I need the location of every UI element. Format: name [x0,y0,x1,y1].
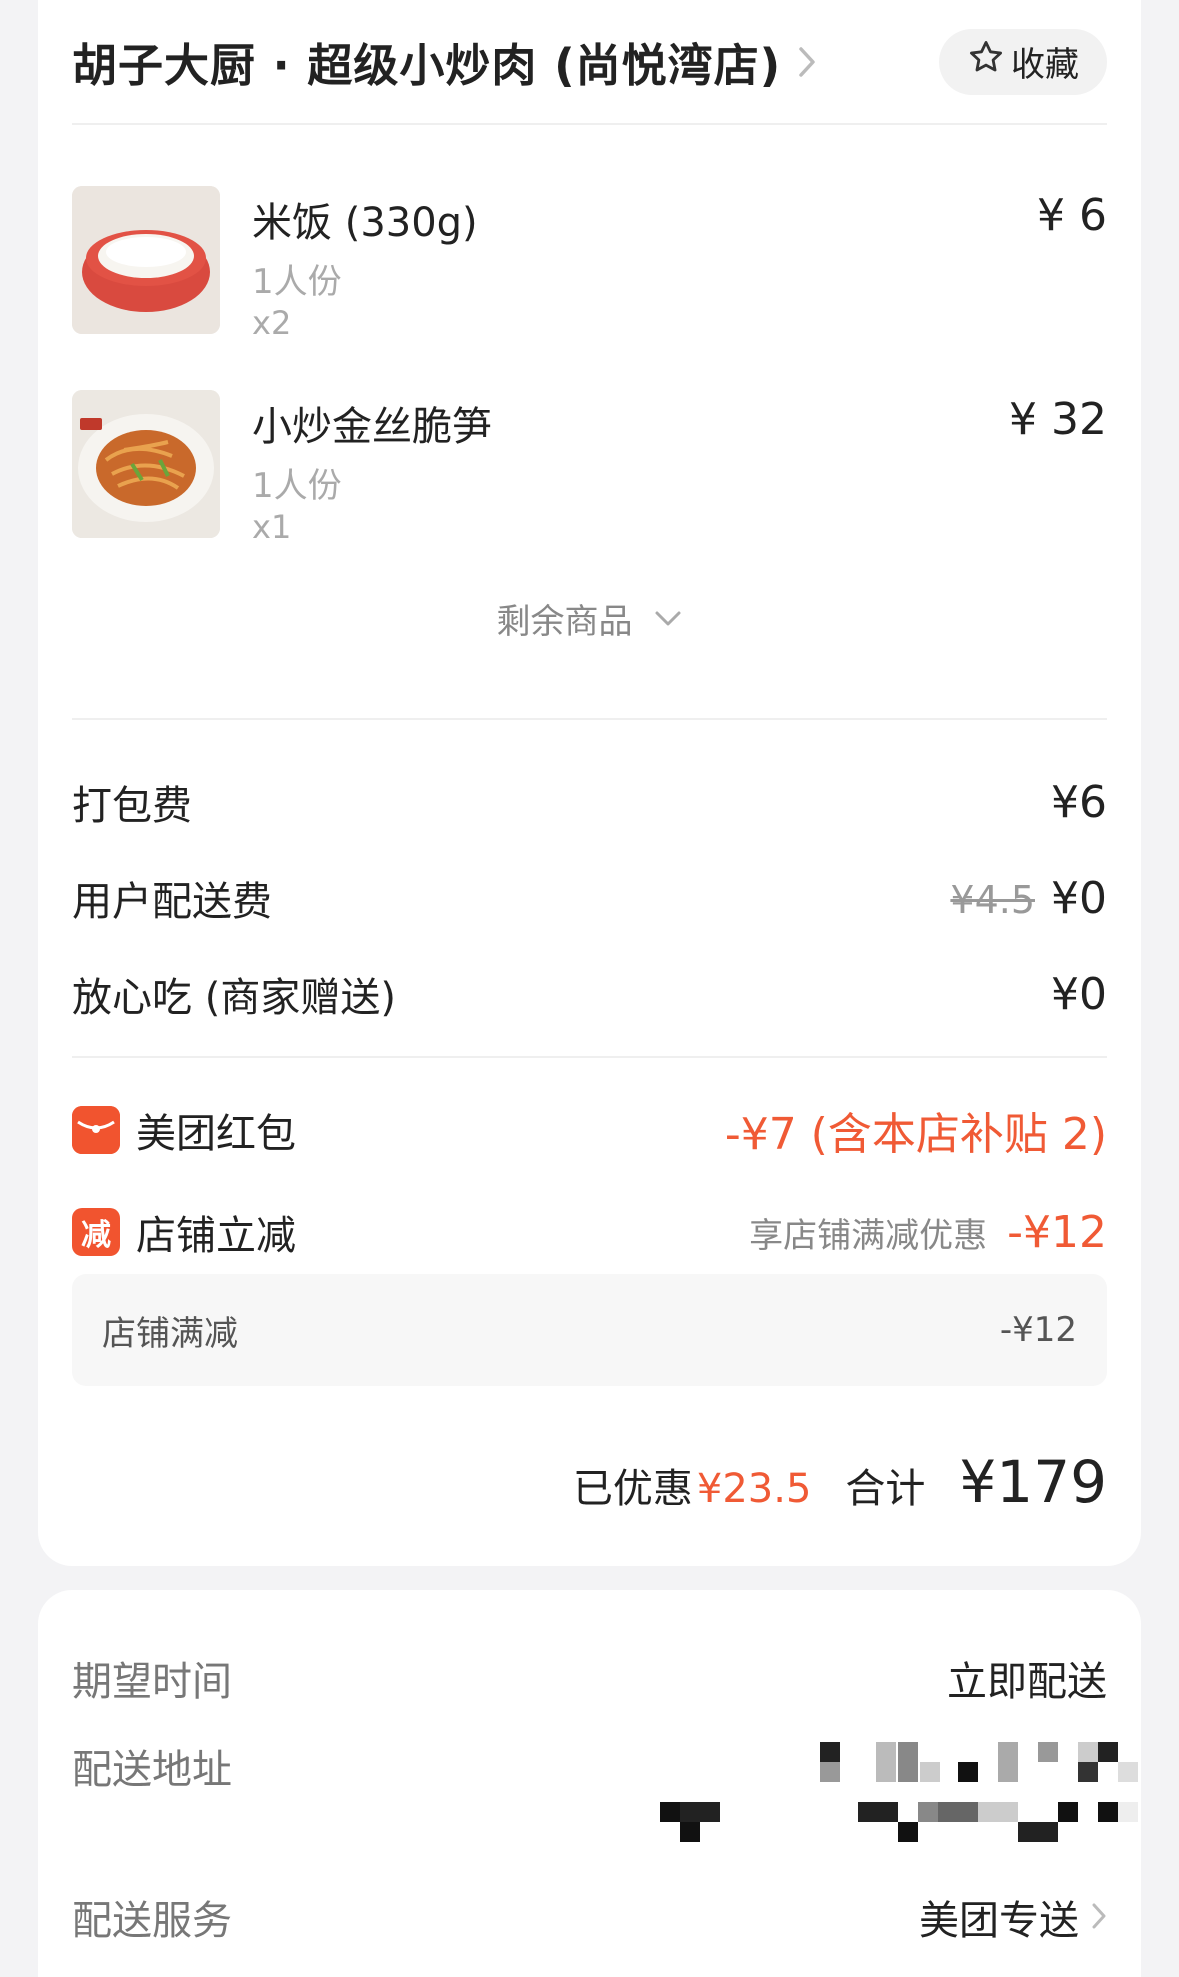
delivery-fee-label: 用户配送费 [72,879,272,925]
shop-reduce-row: 减 店铺立减 享店铺满减优惠 -¥12 [72,1199,1107,1265]
safe-eat-row: 放心吃 (商家赠送) ¥0 [72,964,1107,1024]
reduce-badge-icon: 减 [72,1208,120,1256]
chevron-right-icon [1091,1894,1107,1940]
red-packet-value: -¥7 (含本店补贴 2) [724,1109,1107,1160]
shop-name: 胡子大厨 · 超级小炒肉 (尚悦湾店) [72,39,782,92]
favorite-label: 收藏 [1011,45,1079,85]
shop-reduce-value: -¥12 [1007,1206,1107,1258]
saved-label: 已优惠 [572,1466,693,1512]
red-packet-row[interactable]: 美团红包 -¥7 (含本店补贴 2) [72,1097,1107,1163]
more-items-label: 剩余商品 [496,601,633,642]
red-packet-icon [72,1106,120,1154]
chevron-right-icon [797,45,817,79]
delivery-card: 期望时间 立即配送 配送地址 配送服务 美团专送 [38,1590,1141,1977]
star-icon [967,38,1005,85]
item-spec: 1人份 [252,262,342,302]
divider [72,1056,1107,1058]
shop-name-link[interactable]: 胡子大厨 · 超级小炒肉 (尚悦湾店) [72,29,817,94]
delivery-service-label: 配送服务 [72,1898,232,1944]
sub-discount-value: -¥12 [999,1310,1077,1350]
item-name: 小炒金丝脆笋 [252,404,492,450]
rice-image [72,186,220,334]
list-item[interactable]: 小炒金丝脆笋 1人份 x1 ¥ 32 [72,390,1107,550]
delivery-fee-original: ¥4.5 [950,877,1035,922]
total-label: 合计 [845,1466,926,1512]
delivery-service-value: 美团专送 [919,1898,1079,1944]
red-packet-label: 美团红包 [136,1111,296,1157]
item-price: ¥ 6 [1037,190,1107,241]
list-item[interactable]: 米饭 (330g) 1人份 x2 ¥ 6 [72,186,1107,346]
delivery-fee-row: 用户配送费 ¥4.5 ¥0 [72,868,1107,928]
total-row: 已优惠 ¥23.5 合计 ¥179 [573,1448,1107,1518]
shop-reduce-note: 享店铺满减优惠 [749,1215,988,1256]
packing-fee-value: ¥6 [1051,776,1107,828]
shop-header[interactable]: 胡子大厨 · 超级小炒肉 (尚悦湾店) 收藏 [72,0,1107,125]
item-quantity: x2 [252,304,292,342]
packing-fee-row: 打包费 ¥6 [72,772,1107,832]
bamboo-shoot-dish-image [72,390,220,538]
item-price: ¥ 32 [1009,394,1107,445]
item-quantity: x1 [252,508,292,546]
chevron-down-icon [653,598,683,638]
divider [72,718,1107,720]
packing-fee-label: 打包费 [72,783,192,829]
shop-reduce-detail: 店铺满减 -¥12 [72,1274,1107,1386]
saved-value: ¥23.5 [696,1466,812,1512]
total-value: ¥179 [959,1448,1107,1516]
more-items-toggle[interactable]: 剩余商品 [72,588,1107,648]
delivery-fee-value: ¥0 [1051,872,1107,924]
delivery-service-row[interactable]: 配送服务 美团专送 [72,1887,1107,1947]
order-card: 胡子大厨 · 超级小炒肉 (尚悦湾店) 收藏 米饭 (330g) 1人份 x2 [38,0,1141,1566]
safe-eat-value: ¥0 [1051,968,1107,1020]
safe-eat-label: 放心吃 (商家赠送) [72,975,396,1021]
shop-reduce-label: 店铺立减 [136,1213,296,1259]
sub-discount-label: 店铺满减 [102,1313,238,1354]
favorite-button[interactable]: 收藏 [939,28,1107,95]
item-spec: 1人份 [252,466,342,506]
item-name: 米饭 (330g) [252,200,478,246]
